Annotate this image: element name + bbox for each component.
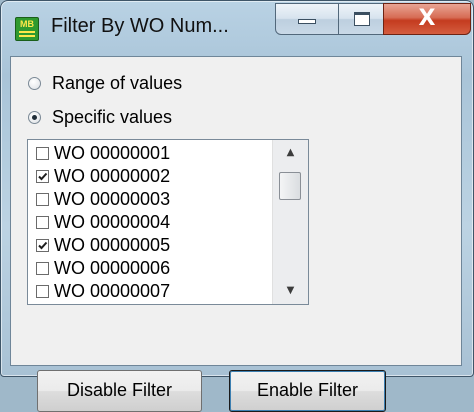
radio-specific-label: Specific values: [52, 106, 173, 127]
checkbox-unchecked[interactable]: [36, 147, 49, 160]
minimize-button[interactable]: [275, 3, 339, 35]
list-item[interactable]: WO 00000006: [30, 257, 270, 280]
close-icon: X: [418, 6, 436, 31]
list-item-label: WO 00000006: [54, 258, 171, 278]
list-item[interactable]: WO 00000007: [30, 280, 270, 303]
app-icon-text: MB: [20, 19, 34, 29]
list-item-label: WO 00000007: [54, 281, 171, 301]
maximize-button[interactable]: [338, 3, 384, 35]
checkbox-checked[interactable]: [36, 239, 49, 252]
checkbox-unchecked[interactable]: [36, 193, 49, 206]
close-button[interactable]: X: [383, 3, 471, 35]
list-item[interactable]: WO 00000003: [30, 188, 270, 211]
disable-filter-button[interactable]: Disable Filter: [37, 370, 202, 412]
mb-app-icon[interactable]: MB: [15, 17, 39, 41]
minimize-icon: [298, 19, 316, 24]
radio-specific-values[interactable]: Specific values: [28, 105, 172, 129]
radio-range-circle[interactable]: [28, 76, 41, 90]
title-bar[interactable]: MB Filter By WO Num... X: [1, 1, 473, 53]
app-icon-rail: [19, 31, 35, 37]
checkbox-checked[interactable]: [36, 170, 49, 183]
list-item[interactable]: WO 00000001: [30, 142, 270, 165]
values-listbox[interactable]: WO 00000001 WO 00000002 WO 00000003 WO 0000…: [27, 139, 309, 305]
dialog-window: MB Filter By WO Num... X Range of values…: [0, 0, 474, 412]
radio-selected-dot: [32, 114, 37, 120]
list-item-label: WO 00000003: [54, 189, 171, 209]
list-item-label: WO 00000005: [54, 235, 171, 255]
checkbox-unchecked[interactable]: [36, 216, 49, 229]
maximize-icon: [354, 12, 370, 26]
window-title: Filter By WO Num...: [51, 15, 229, 37]
scroll-thumb[interactable]: [279, 172, 301, 200]
list-scrollbar[interactable]: ▲ ▼: [272, 140, 308, 304]
radio-specific-circle[interactable]: [28, 110, 41, 124]
list-item[interactable]: WO 00000004: [30, 211, 270, 234]
enable-filter-button[interactable]: Enable Filter: [229, 370, 386, 412]
list-item-label: WO 00000002: [54, 166, 171, 186]
list-item[interactable]: WO 00000005: [30, 234, 270, 257]
checkbox-unchecked[interactable]: [36, 285, 49, 298]
checkmark-icon: [38, 241, 48, 250]
checkbox-unchecked[interactable]: [36, 262, 49, 275]
radio-range-of-values[interactable]: Range of values: [28, 71, 182, 95]
scroll-up-icon[interactable]: ▲: [273, 140, 308, 166]
list-item-label: WO 00000001: [54, 143, 171, 163]
list-item-label: WO 00000004: [54, 212, 171, 232]
checkmark-icon: [38, 172, 48, 181]
radio-range-label: Range of values: [52, 72, 183, 93]
list-item[interactable]: WO 00000002: [30, 165, 270, 188]
scroll-down-icon[interactable]: ▼: [273, 278, 308, 304]
values-list: WO 00000001 WO 00000002 WO 00000003 WO 0000…: [28, 140, 273, 304]
